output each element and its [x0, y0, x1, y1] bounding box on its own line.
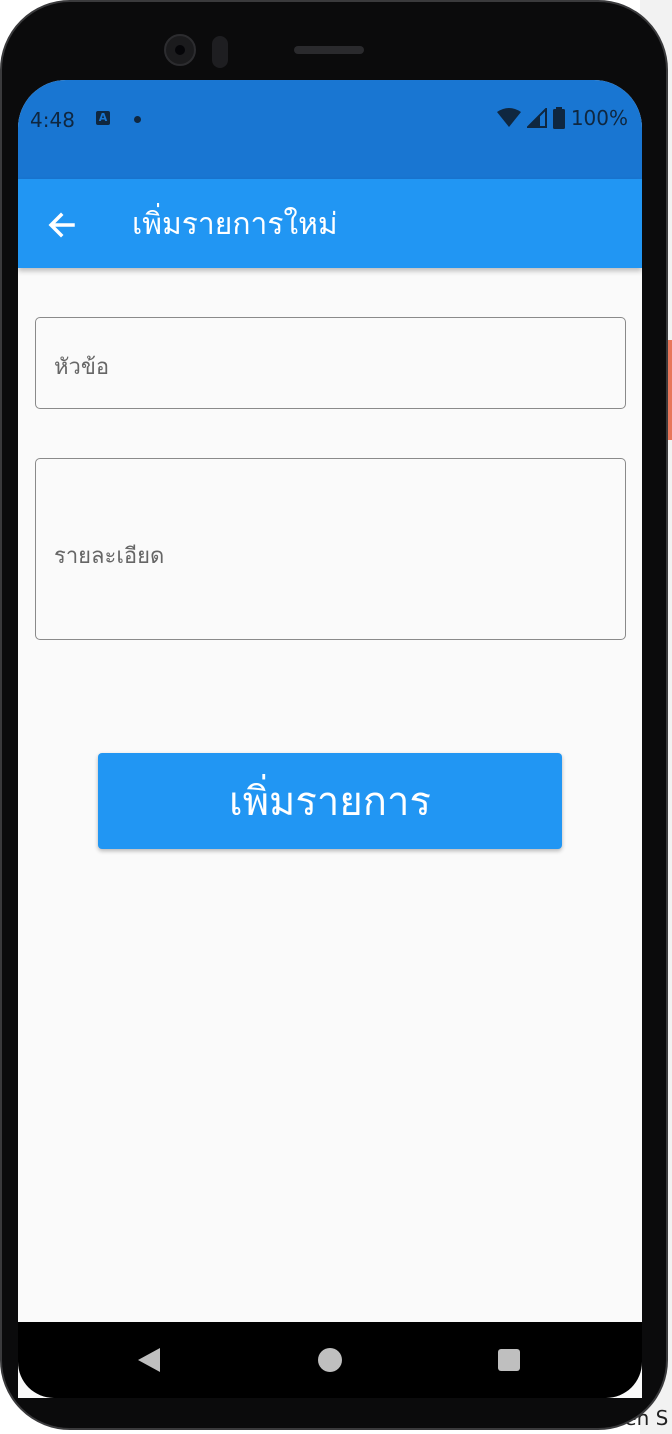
add-item-button[interactable]: เพิ่มรายการ — [98, 753, 562, 849]
system-navigation-bar — [18, 1322, 642, 1398]
add-item-button-label: เพิ่มรายการ — [229, 779, 431, 825]
front-camera — [164, 34, 196, 66]
notification-dot-icon — [134, 116, 141, 123]
nav-back-icon[interactable] — [138, 1348, 160, 1372]
status-bar: 4:48 A 100% — [18, 80, 642, 179]
arrow-back-icon — [48, 212, 75, 238]
app-bar: เพิ่มรายการใหม่ — [18, 179, 642, 268]
nav-home-icon[interactable] — [318, 1348, 342, 1372]
detail-input[interactable]: รายละเอียด — [35, 458, 626, 640]
status-time: 4:48 — [30, 108, 75, 132]
wifi-icon — [496, 108, 521, 127]
notification-app-icon: A — [96, 111, 110, 125]
back-button[interactable] — [40, 203, 84, 247]
title-input[interactable]: หัวข้อ — [35, 317, 626, 409]
title-input-placeholder: หัวข้อ — [54, 355, 110, 380]
nav-recents-icon[interactable] — [498, 1349, 520, 1371]
detail-input-placeholder: รายละเอียด — [54, 544, 165, 569]
battery-percentage: 100% — [570, 106, 628, 130]
page-title: เพิ่มรายการใหม่ — [132, 207, 338, 242]
phone-frame: 4:48 A 100% เพิ่มรายการใหม่ หัวข้อ รายละ… — [0, 0, 668, 1430]
signal-icon — [526, 108, 547, 128]
battery-icon — [552, 107, 565, 129]
proximity-sensor — [212, 36, 228, 68]
device-screen: 4:48 A 100% เพิ่มรายการใหม่ หัวข้อ รายละ… — [18, 80, 642, 1398]
earpiece-speaker — [294, 46, 364, 54]
status-indicators: 100% — [496, 106, 628, 130]
